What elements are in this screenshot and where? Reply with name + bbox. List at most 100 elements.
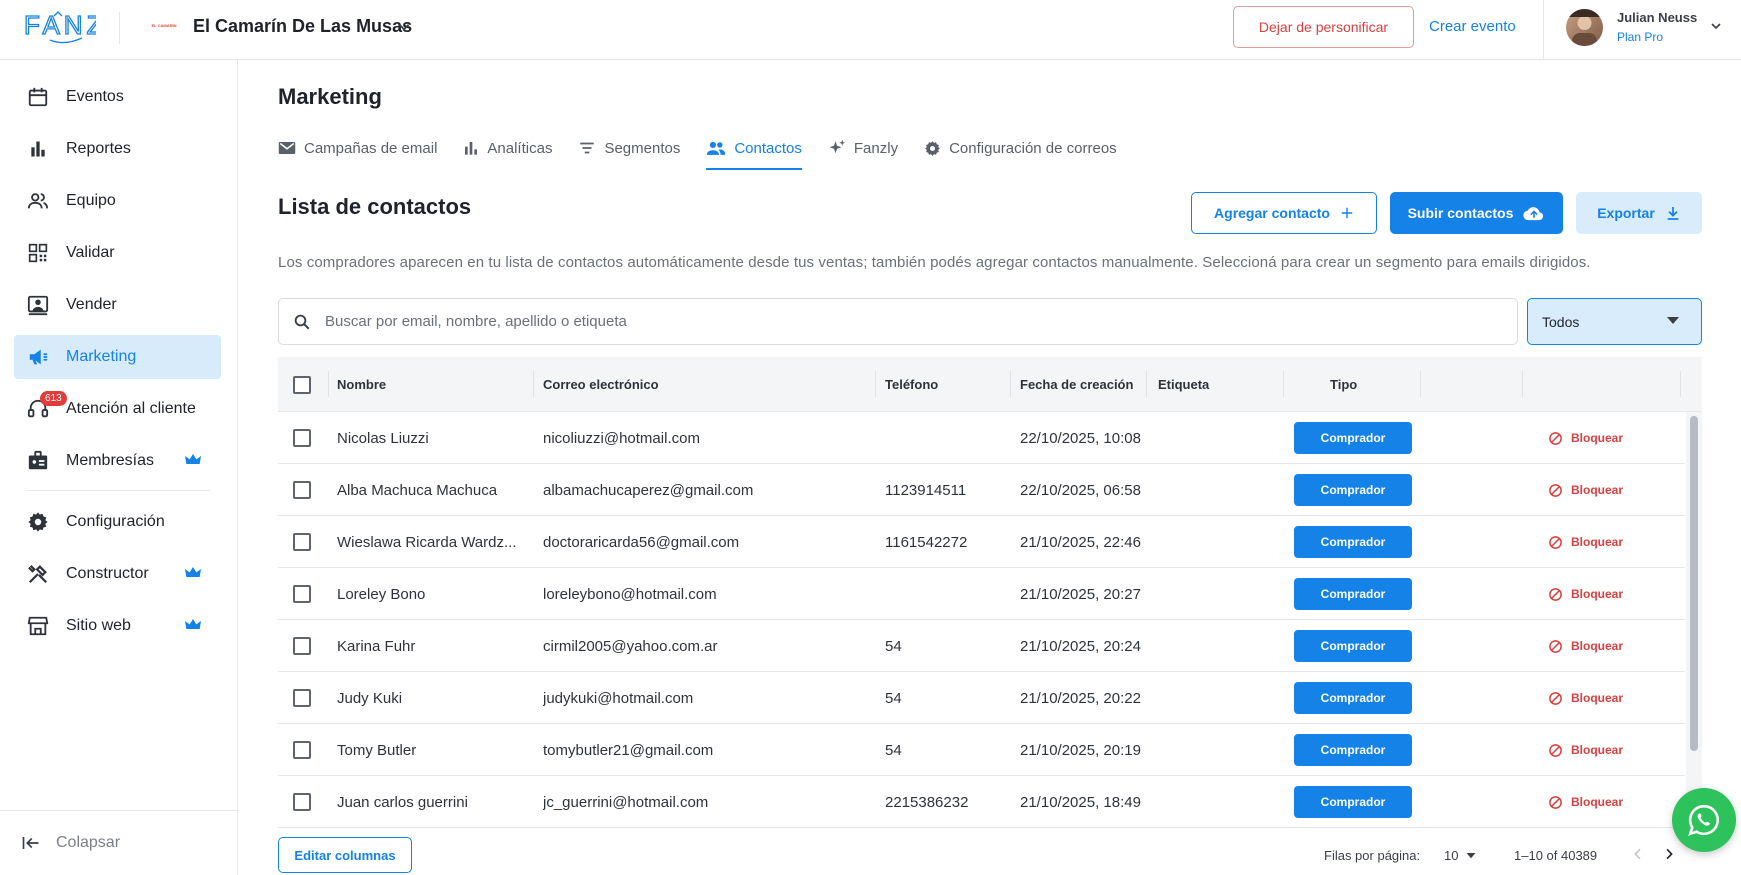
tab-analytics[interactable]: Analíticas (463, 130, 552, 166)
checkbox[interactable] (293, 585, 311, 603)
chevron-down-icon[interactable] (395, 18, 413, 36)
upload-contacts-button[interactable]: Subir contactos (1390, 192, 1563, 234)
table-row[interactable]: Wieslawa Ricarda Wardz... doctoraricarda5… (278, 516, 1685, 568)
table-row[interactable]: Nicolas Liuzzi nicoliuzzi@hotmail.com 22/1… (278, 412, 1685, 464)
type-filter-select[interactable]: Todos (1527, 298, 1702, 345)
column-header-phone[interactable]: Teléfono (885, 357, 938, 412)
sidebar-item-sitio-web[interactable]: Sitio web (14, 604, 221, 648)
description-text: Los compradores aparecen en tu lista de … (278, 254, 1591, 271)
block-button[interactable]: Bloquear (1548, 464, 1623, 516)
sidebar-item-membresias[interactable]: Membresías (14, 439, 221, 483)
contact-name: Karina Fuhr (337, 637, 416, 655)
block-button[interactable]: Bloquear (1548, 412, 1623, 464)
sidebar-item-eventos[interactable]: Eventos (14, 75, 221, 119)
contact-phone: 1161542272 (885, 533, 968, 551)
table-header: Nombre Correo electrónico Teléfono Fecha… (278, 357, 1702, 412)
block-button[interactable]: Bloquear (1548, 776, 1623, 828)
sidebar-item-constructor[interactable]: Constructor (14, 552, 221, 596)
row-checkbox-cell[interactable] (293, 724, 311, 776)
column-header-tag[interactable]: Etiqueta (1158, 357, 1209, 412)
table-row[interactable]: Judy Kuki judykuki@hotmail.com 54 21/10/202… (278, 672, 1685, 724)
tab-email-campaigns[interactable]: Campañas de email (278, 130, 437, 166)
type-chip[interactable]: Comprador (1294, 630, 1412, 662)
contact-created: 21/10/2025, 22:46 (1020, 533, 1141, 551)
block-button[interactable]: Bloquear (1548, 620, 1623, 672)
stop-impersonate-button[interactable]: Dejar de personificar (1233, 6, 1414, 48)
table-row[interactable]: Juan carlos guerrini jc_guerrini@hotmail.… (278, 776, 1685, 828)
row-checkbox-cell[interactable] (293, 412, 311, 464)
type-chip[interactable]: Comprador (1294, 474, 1412, 506)
edit-columns-button[interactable]: Editar columnas (278, 837, 412, 873)
type-chip[interactable]: Comprador (1294, 578, 1412, 610)
chevron-left-icon (1634, 848, 1641, 860)
type-chip[interactable]: Comprador (1294, 682, 1412, 714)
block-button[interactable]: Bloquear (1548, 516, 1623, 568)
type-chip[interactable]: Comprador (1294, 734, 1412, 766)
sidebar-item-atencion[interactable]: 613 Atención al cliente (14, 387, 221, 431)
checkbox[interactable] (293, 637, 311, 655)
column-header-created[interactable]: Fecha de creación (1020, 357, 1133, 412)
checkbox[interactable] (293, 481, 311, 499)
block-button[interactable]: Bloquear (1548, 672, 1623, 724)
create-event-link[interactable]: Crear evento (1429, 18, 1516, 35)
row-checkbox-cell[interactable] (293, 776, 311, 828)
scrollbar-thumb[interactable] (1690, 416, 1698, 751)
row-checkbox-cell[interactable] (293, 620, 311, 672)
sidebar-item-vender[interactable]: Vender (14, 283, 221, 327)
search-box[interactable] (278, 298, 1518, 345)
collapse-button[interactable]: Colapsar (0, 810, 238, 875)
checkbox[interactable] (293, 741, 311, 759)
type-chip[interactable]: Comprador (1294, 786, 1412, 818)
tab-segments[interactable]: Segmentos (578, 130, 680, 166)
column-header-email[interactable]: Correo electrónico (543, 357, 659, 412)
checkbox[interactable] (293, 533, 311, 551)
row-checkbox-cell[interactable] (293, 672, 311, 724)
venue-selector[interactable]: El Camarín De Las Musas (193, 16, 412, 37)
previous-page-button[interactable] (1630, 846, 1646, 862)
button-label: Subir contactos (1407, 205, 1514, 221)
checkbox[interactable] (293, 793, 311, 811)
export-button[interactable]: Exportar (1576, 192, 1702, 234)
tab-fanzly[interactable]: Fanzly (828, 130, 898, 166)
table-row[interactable]: Tomy Butler tomybutler21@gmail.com 54 21/10… (278, 724, 1685, 776)
sidebar-item-equipo[interactable]: Equipo (14, 179, 221, 223)
table-row[interactable]: Alba Machuca Machuca albamachucaperez@gma… (278, 464, 1685, 516)
next-page-button[interactable] (1661, 846, 1677, 862)
type-chip[interactable]: Comprador (1294, 422, 1412, 454)
checkbox[interactable] (293, 375, 311, 394)
row-checkbox-cell[interactable] (293, 464, 311, 516)
avatar[interactable] (1566, 9, 1603, 46)
tab-contacts[interactable]: Contactos (706, 130, 802, 170)
column-separator (533, 371, 534, 397)
whatsapp-button[interactable] (1672, 788, 1736, 852)
scrollbar[interactable] (1686, 412, 1702, 829)
type-chip[interactable]: Comprador (1294, 526, 1412, 558)
column-header-name[interactable]: Nombre (337, 357, 386, 412)
tab-email-settings[interactable]: Configuración de correos (924, 130, 1117, 166)
column-header-type[interactable]: Tipo (1330, 357, 1357, 412)
rows-per-page-label: Filas por página: (1324, 848, 1421, 863)
table-row[interactable]: Loreley Bono loreleybono@hotmail.com 21/10… (278, 568, 1685, 620)
checkbox[interactable] (293, 689, 311, 707)
checkbox[interactable] (293, 429, 311, 447)
table-row[interactable]: Karina Fuhr cirmil2005@yahoo.com.ar 54 21/1… (278, 620, 1685, 672)
rows-per-page-select[interactable]: 10 (1444, 848, 1476, 863)
select-all-checkbox[interactable] (293, 357, 311, 412)
block-button[interactable]: Bloquear (1548, 724, 1623, 776)
sidebar-item-configuracion[interactable]: Configuración (14, 500, 221, 544)
sidebar-item-marketing[interactable]: Marketing (14, 335, 221, 379)
row-checkbox-cell[interactable] (293, 516, 311, 568)
search-input[interactable] (325, 313, 1425, 330)
sidebar-item-reportes[interactable]: Reportes (14, 127, 221, 171)
block-button[interactable]: Bloquear (1548, 568, 1623, 620)
add-contact-button[interactable]: Agregar contacto (1191, 192, 1377, 234)
contact-tag (1158, 412, 1278, 464)
contact-created: 22/10/2025, 06:58 (1020, 481, 1141, 499)
tab-label: Segmentos (604, 139, 681, 157)
contact-phone: 1123914511 (885, 481, 967, 499)
chevron-down-icon[interactable] (1708, 18, 1724, 34)
collapse-icon (22, 837, 39, 849)
sidebar-item-validar[interactable]: Validar (14, 231, 221, 275)
fanz-logo[interactable]: FANZ (24, 10, 96, 46)
row-checkbox-cell[interactable] (293, 568, 311, 620)
